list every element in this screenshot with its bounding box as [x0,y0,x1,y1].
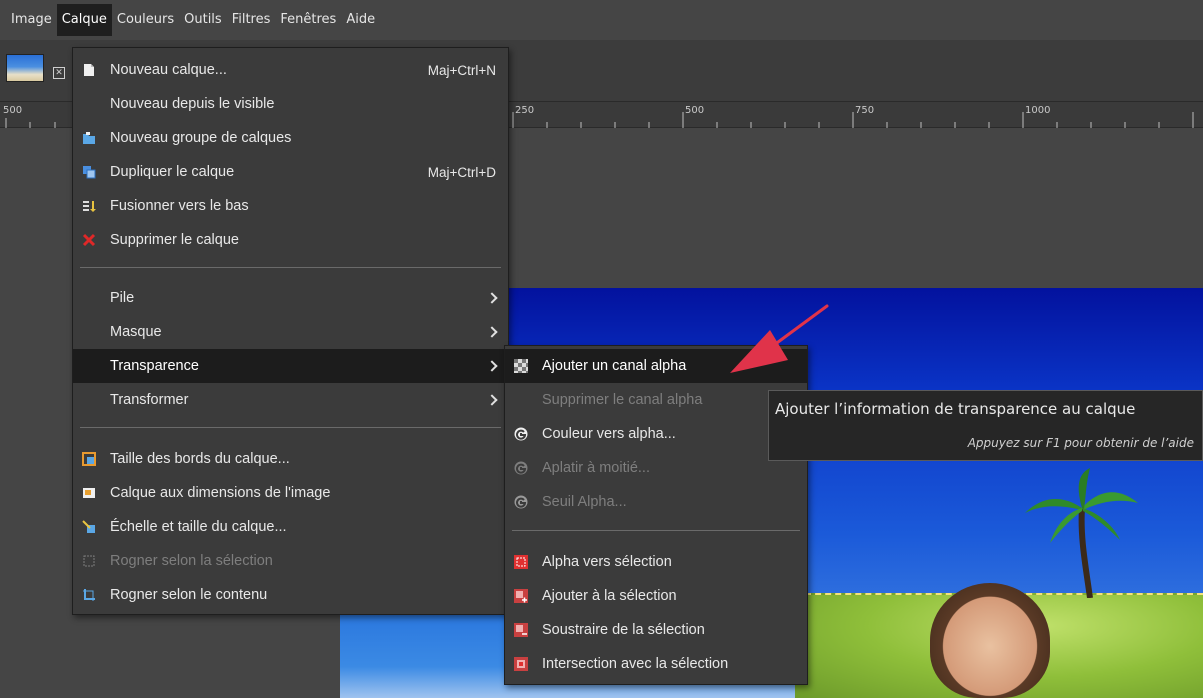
menu-outils[interactable]: Outils [179,4,227,36]
menu-item-label: Dupliquer le calque [110,164,235,180]
menu-item-label: Ajouter un canal alpha [542,358,687,374]
chevron-right-icon [486,394,498,406]
delete-icon [82,233,96,247]
menu-item-intersection-selection[interactable]: Intersection avec la sélection [505,647,807,681]
menu-couleurs[interactable]: Couleurs [112,4,179,36]
menu-item-label: Fusionner vers le bas [110,198,249,214]
menu-item-label: Seuil Alpha... [542,494,627,510]
menu-item-rogner-contenu[interactable]: Rogner selon le contenu [73,578,508,612]
menu-item-shortcut: Maj+Ctrl+N [427,62,496,78]
menu-item-couleur-vers-alpha[interactable]: Couleur vers alpha... [505,417,807,451]
menu-separator [512,530,800,531]
menu-item-label: Pile [110,290,135,306]
add-to-selection-icon [514,589,528,603]
menu-item-label: Calque aux dimensions de l'image [110,485,331,501]
menu-item-label: Alpha vers sélection [542,554,672,570]
ruler-label: 250 [515,105,535,116]
menu-item-transformer[interactable]: Transformer [73,383,508,417]
add-alpha-icon [514,359,528,373]
menu-calque[interactable]: Calque [56,4,112,36]
menu-item-label: Nouveau groupe de calques [110,130,292,146]
menu-fenetres[interactable]: Fenêtres [275,4,341,36]
menu-item-label: Nouveau calque... [110,62,227,78]
menu-item-transparence[interactable]: Transparence [73,349,508,383]
menu-item-label: Nouveau depuis le visible [110,96,275,112]
crop-to-content-icon [83,589,95,601]
menu-item-pile[interactable]: Pile [73,281,508,315]
menu-item-masque[interactable]: Masque [73,315,508,349]
layer-boundary-icon [82,452,96,466]
chevron-right-icon [486,292,498,304]
menu-filtres[interactable]: Filtres [227,4,276,36]
palm-tree-image [1025,468,1138,598]
menu-item-fusionner[interactable]: Fusionner vers le bas [73,189,508,223]
menu-item-supprimer[interactable]: Supprimer le calque [73,223,508,257]
tooltip: Ajouter l’information de transparence au… [768,390,1203,461]
menu-item-echelle-taille[interactable]: Échelle et taille du calque... [73,510,508,544]
menu-item-soustraire-selection[interactable]: Soustraire de la sélection [505,613,807,647]
menu-item-label: Supprimer le calque [110,232,239,248]
menu-image[interactable]: Image [6,4,57,36]
menu-item-alpha-vers-selection[interactable]: Alpha vers sélection [505,545,807,579]
menu-item-dupliquer[interactable]: Dupliquer le calque Maj+Ctrl+D [73,155,508,189]
crop-to-selection-icon [83,555,95,567]
ruler-label: 1000 [1025,105,1051,116]
menu-item-ajouter-selection[interactable]: Ajouter à la sélection [505,579,807,613]
tooltip-hint: Appuyez sur F1 pour obtenir de l’aide [967,436,1194,450]
menu-item-label: Transformer [110,392,189,408]
new-layer-icon [84,64,94,76]
menu-item-label: Transparence [110,358,199,374]
person-face-image [930,583,1050,698]
menu-item-calque-dimensions-image[interactable]: Calque aux dimensions de l'image [73,476,508,510]
menubar: Image Calque Couleurs Outils Filtres Fen… [0,0,1203,40]
new-layer-group-icon [83,132,95,144]
merge-down-icon [83,201,96,212]
tooltip-title: Ajouter l’information de transparence au… [775,400,1136,418]
menu-item-nouveau-groupe[interactable]: Nouveau groupe de calques [73,121,508,155]
close-icon[interactable]: ✕ [53,67,65,79]
menu-item-label: Intersection avec la sélection [542,656,729,672]
menu-item-aplatir-moitie[interactable]: Aplatir à moitié... [505,451,807,485]
alpha-to-selection-icon [514,555,528,569]
gegl-icon [514,427,528,441]
menu-item-nouveau-depuis-visible[interactable]: Nouveau depuis le visible [73,87,508,121]
chevron-right-icon [486,326,498,338]
menu-item-label: Ajouter à la sélection [542,588,677,604]
menu-item-shortcut: Maj+Ctrl+D [427,164,496,180]
menu-separator [80,267,501,268]
gegl-icon [514,461,528,475]
scale-layer-icon [82,520,95,533]
duplicate-layer-icon [83,166,96,179]
menu-item-rogner-selection[interactable]: Rogner selon la sélection [73,544,508,578]
ruler-label: 500 [685,105,705,116]
transparence-submenu: Ajouter un canal alpha Supprimer le cana… [504,345,808,685]
menu-item-label: Échelle et taille du calque... [110,519,287,535]
menu-item-label: Couleur vers alpha... [542,426,676,442]
image-tab-thumbnail[interactable] [6,54,44,82]
intersect-selection-icon [514,657,528,671]
menu-item-label: Aplatir à moitié... [542,460,650,476]
menu-item-seuil-alpha[interactable]: Seuil Alpha... [505,485,807,519]
menu-separator [80,427,501,428]
menu-item-taille-bords[interactable]: Taille des bords du calque... [73,442,508,476]
subtract-from-selection-icon [514,623,528,637]
chevron-right-icon [486,360,498,372]
ruler-label: 750 [855,105,875,116]
menu-item-label: Supprimer le canal alpha [542,392,703,408]
menu-item-label: Masque [110,324,162,340]
calque-menu: Nouveau calque... Maj+Ctrl+N Nouveau dep… [72,47,509,615]
layer-to-image-size-icon [83,488,95,498]
menu-item-nouveau-calque[interactable]: Nouveau calque... Maj+Ctrl+N [73,53,508,87]
menu-item-label: Taille des bords du calque... [110,451,290,467]
menu-item-label: Rogner selon la sélection [110,553,273,569]
ruler-label: 500 [3,105,23,116]
menu-item-label: Soustraire de la sélection [542,622,705,638]
gegl-icon [514,495,528,509]
annotation-arrow-icon [730,304,829,373]
menu-aide[interactable]: Aide [341,4,380,36]
menu-item-label: Rogner selon le contenu [110,587,268,603]
